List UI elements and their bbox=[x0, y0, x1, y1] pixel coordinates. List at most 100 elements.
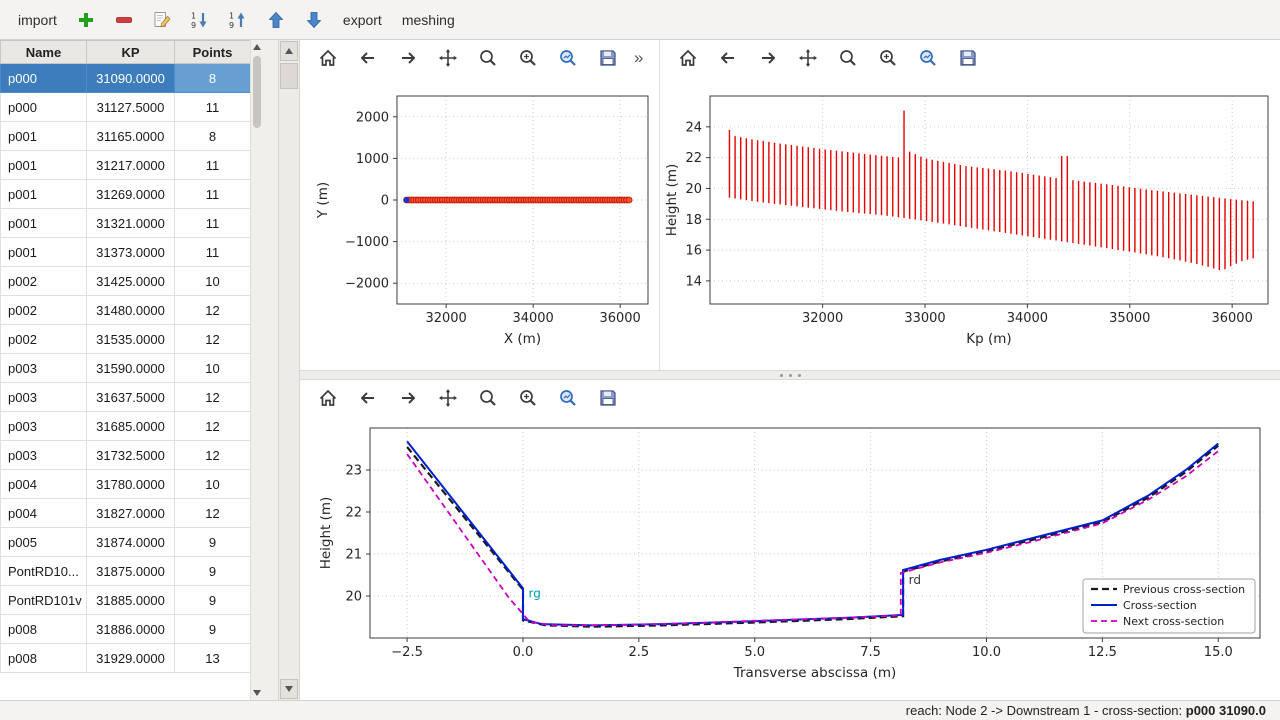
cross-section-table: Name KP Points p00031090.00008p00031127.… bbox=[0, 40, 250, 700]
table-row[interactable]: PontRD101v31885.00009 bbox=[1, 586, 251, 615]
longitudinal-toolbar-pan-button[interactable] bbox=[794, 44, 822, 72]
longitudinal-toolbar-back-button[interactable] bbox=[714, 44, 742, 72]
longitudinal-toolbar-home-button[interactable] bbox=[674, 44, 702, 72]
cell-points: 9 bbox=[175, 615, 251, 644]
table-row[interactable]: p00131165.00008 bbox=[1, 122, 251, 151]
svg-text:Cross-section: Cross-section bbox=[1123, 599, 1197, 612]
cell-points: 9 bbox=[175, 586, 251, 615]
longitudinal-toolbar-save-figure-button[interactable] bbox=[954, 44, 982, 72]
table-scrollbar[interactable] bbox=[250, 40, 263, 700]
cell-points: 10 bbox=[175, 354, 251, 383]
plan-toolbar-save-figure-button[interactable] bbox=[594, 44, 622, 72]
cell-points: 9 bbox=[175, 528, 251, 557]
panel-scrollbar-thumb[interactable] bbox=[280, 63, 298, 89]
cross-section-panel: −2.50.02.55.07.510.012.515.020212223Tran… bbox=[300, 380, 1280, 700]
panel-scrollbar[interactable] bbox=[278, 40, 299, 700]
plan-toolbar-pan-button[interactable] bbox=[434, 44, 462, 72]
cross-section-toolbar-pan-button[interactable] bbox=[434, 384, 462, 412]
table-row[interactable]: p00131373.000011 bbox=[1, 238, 251, 267]
remove-icon bbox=[114, 10, 134, 30]
back-icon bbox=[358, 388, 378, 408]
panel-scrollbar-track[interactable] bbox=[280, 62, 298, 678]
table-scrollbar-thumb[interactable] bbox=[253, 56, 261, 128]
cross-section-toolbar-back-button[interactable] bbox=[354, 384, 382, 412]
table-row[interactable]: p00331732.500012 bbox=[1, 441, 251, 470]
plan-toolbar-overflow-button[interactable]: » bbox=[628, 48, 649, 68]
move-down-icon bbox=[304, 10, 324, 30]
column-header-name[interactable]: Name bbox=[1, 41, 87, 64]
zoom-icon bbox=[478, 48, 498, 68]
table-row[interactable]: p00131217.000011 bbox=[1, 151, 251, 180]
table-row[interactable]: p00431780.000010 bbox=[1, 470, 251, 499]
table-row[interactable]: p00431827.000012 bbox=[1, 499, 251, 528]
export-button[interactable]: export bbox=[333, 6, 392, 34]
table-row[interactable]: p00331685.000012 bbox=[1, 412, 251, 441]
plan-toolbar-forward-button[interactable] bbox=[394, 44, 422, 72]
longitudinal-toolbar-subplots-button[interactable] bbox=[874, 44, 902, 72]
table-row[interactable]: p00031090.00008 bbox=[1, 64, 251, 93]
move-up-button[interactable] bbox=[262, 6, 290, 34]
cross-section-toolbar-home-button[interactable] bbox=[314, 384, 342, 412]
plots-area: » 320003400036000−2000−1000010002000X (m… bbox=[300, 40, 1280, 700]
plan-toolbar-customize-button[interactable] bbox=[554, 44, 582, 72]
cell-kp: 31885.0000 bbox=[87, 586, 175, 615]
cross-section-toolbar-customize-button[interactable] bbox=[554, 384, 582, 412]
plan-view-plot[interactable]: 320003400036000−2000−1000010002000X (m)Y… bbox=[300, 76, 660, 370]
customize-icon bbox=[558, 48, 578, 68]
cell-points: 12 bbox=[175, 412, 251, 441]
plan-toolbar-subplots-button[interactable] bbox=[514, 44, 542, 72]
plan-toolbar-zoom-button[interactable] bbox=[474, 44, 502, 72]
cross-section-toolbar-save-figure-button[interactable] bbox=[594, 384, 622, 412]
table-scroll-up-button[interactable] bbox=[251, 40, 263, 54]
import-button[interactable]: import bbox=[8, 6, 67, 34]
plan-toolbar-back-button[interactable] bbox=[354, 44, 382, 72]
add-cross-section-button[interactable] bbox=[72, 6, 100, 34]
meshing-button[interactable]: meshing bbox=[392, 6, 465, 34]
cross-section-view-toolbar bbox=[300, 380, 1280, 416]
sort-descending-button[interactable]: 19 bbox=[186, 6, 214, 34]
longitudinal-toolbar-forward-button[interactable] bbox=[754, 44, 782, 72]
cross-section-toolbar-subplots-button[interactable] bbox=[514, 384, 542, 412]
table-row[interactable]: PontRD10...31875.00009 bbox=[1, 557, 251, 586]
svg-text:Transverse abscissa (m): Transverse abscissa (m) bbox=[733, 665, 897, 681]
table-scrollbar-track[interactable] bbox=[251, 54, 263, 686]
edit-icon bbox=[152, 10, 172, 30]
table-row[interactable]: p00331590.000010 bbox=[1, 354, 251, 383]
longitudinal-toolbar-customize-button[interactable] bbox=[914, 44, 942, 72]
table-row[interactable]: p00331637.500012 bbox=[1, 383, 251, 412]
panel-scroll-up-button[interactable] bbox=[280, 41, 298, 61]
plan-toolbar-home-button[interactable] bbox=[314, 44, 342, 72]
cell-kp: 31425.0000 bbox=[87, 267, 175, 296]
column-header-kp[interactable]: KP bbox=[87, 41, 175, 64]
cell-points: 13 bbox=[175, 644, 251, 673]
save-icon bbox=[958, 48, 978, 68]
table-row[interactable]: p00831886.00009 bbox=[1, 615, 251, 644]
svg-text:X (m): X (m) bbox=[504, 331, 541, 347]
edit-cross-section-button[interactable] bbox=[148, 6, 176, 34]
table-row[interactable]: p00831929.000013 bbox=[1, 644, 251, 673]
cross-section-plot[interactable]: −2.50.02.55.07.510.012.515.020212223Tran… bbox=[300, 416, 1280, 700]
table-row[interactable]: p00031127.500011 bbox=[1, 93, 251, 122]
cell-name: PontRD10... bbox=[1, 557, 87, 586]
remove-cross-section-button[interactable] bbox=[110, 6, 138, 34]
cell-kp: 31090.0000 bbox=[87, 64, 175, 93]
cell-points: 12 bbox=[175, 441, 251, 470]
splitter-handle[interactable] bbox=[300, 370, 1280, 380]
sort-ascending-button[interactable]: 19 bbox=[224, 6, 252, 34]
cross-section-toolbar-forward-button[interactable] bbox=[394, 384, 422, 412]
table-row[interactable]: p00231480.000012 bbox=[1, 296, 251, 325]
table-row[interactable]: p00231425.000010 bbox=[1, 267, 251, 296]
table-row[interactable]: p00231535.000012 bbox=[1, 325, 251, 354]
back-icon bbox=[358, 48, 378, 68]
panel-scroll-down-button[interactable] bbox=[280, 679, 298, 699]
column-header-points[interactable]: Points bbox=[175, 41, 251, 64]
table-row[interactable]: p00531874.00009 bbox=[1, 528, 251, 557]
table-row[interactable]: p00131321.000011 bbox=[1, 209, 251, 238]
table-scroll-down-button[interactable] bbox=[251, 686, 263, 700]
scroll-down-icon bbox=[253, 690, 261, 696]
move-down-button[interactable] bbox=[300, 6, 328, 34]
longitudinal-view-plot[interactable]: 3200033000340003500036000141618202224Kp … bbox=[660, 76, 1280, 370]
table-row[interactable]: p00131269.000011 bbox=[1, 180, 251, 209]
longitudinal-toolbar-zoom-button[interactable] bbox=[834, 44, 862, 72]
cross-section-toolbar-zoom-button[interactable] bbox=[474, 384, 502, 412]
